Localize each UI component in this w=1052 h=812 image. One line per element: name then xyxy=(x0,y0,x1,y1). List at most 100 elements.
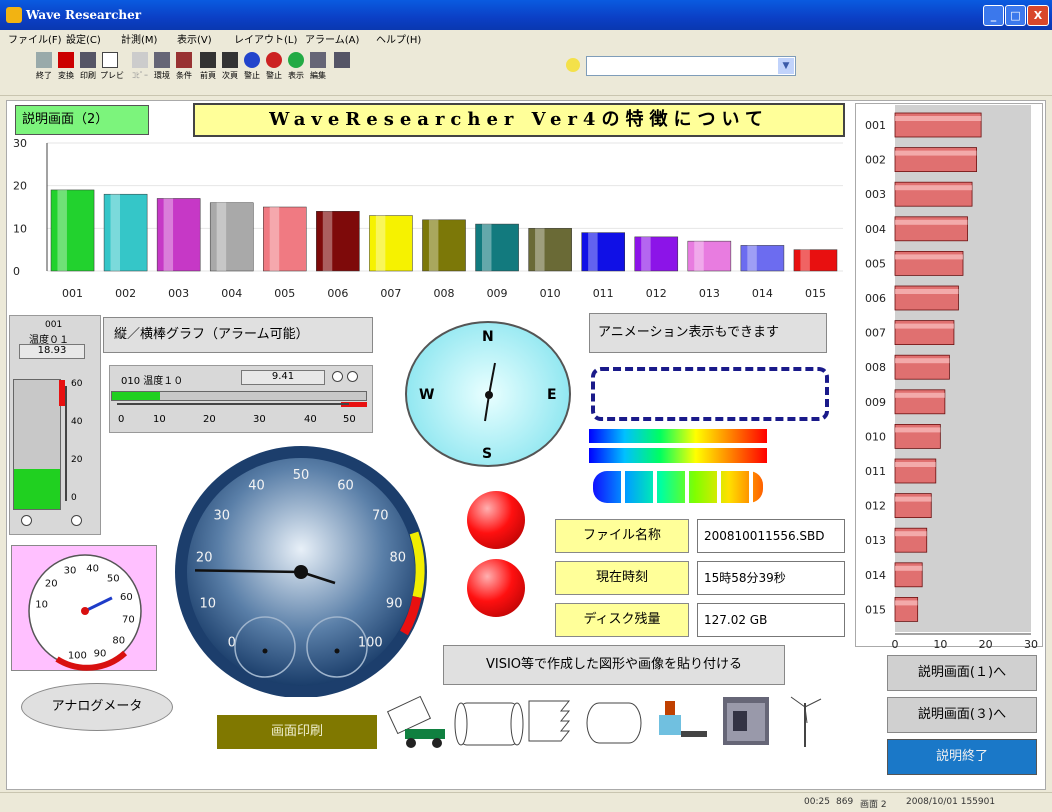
menu-view[interactable]: 表示(V) xyxy=(177,31,212,46)
toolbar-next-page-button[interactable]: 次頁 xyxy=(220,50,240,90)
bar xyxy=(475,223,519,272)
prev-screen-button[interactable]: 説明画面(１)へ xyxy=(887,655,1037,691)
toolbar-alarm-stop-2-button[interactable]: 警止 xyxy=(264,50,284,90)
bar-highlight xyxy=(895,392,945,398)
x-tick-label: 003 xyxy=(168,287,189,300)
y-tick-label: 006 xyxy=(865,292,886,305)
toolbar-exit-button[interactable]: 終了 xyxy=(34,50,54,90)
alarm-lamp-2 xyxy=(467,559,525,617)
status-screen: 画面 2 xyxy=(860,800,887,810)
hgauge-tick: 30 xyxy=(253,414,266,425)
next-screen-button[interactable]: 説明画面(３)へ xyxy=(887,697,1037,733)
vgauge-high-indicator xyxy=(21,515,32,526)
info-label-time: 現在時刻 xyxy=(555,561,689,595)
close-button[interactable]: X xyxy=(1027,5,1049,26)
minimize-button[interactable]: _ xyxy=(983,5,1004,26)
compass-north: N xyxy=(482,329,494,345)
x-tick-label: 009 xyxy=(487,287,508,300)
bar-highlight xyxy=(895,565,923,571)
toolbar-environment-button[interactable]: 環境 xyxy=(152,50,172,90)
next-page-icon xyxy=(222,52,238,68)
compass-west: W xyxy=(419,387,435,403)
menu-help[interactable]: ヘルプ(H) xyxy=(376,31,421,46)
compass-east: E xyxy=(547,387,557,403)
chevron-down-icon[interactable]: ▼ xyxy=(778,58,794,74)
horizontal-bar-chart: 0010020030040050060070080090100110120130… xyxy=(865,105,1038,650)
toolbar-alarm-stop-button[interactable]: 警止 xyxy=(242,50,262,90)
window-title: Wave Researcher xyxy=(26,8,142,22)
copy-icon xyxy=(132,52,148,68)
hgauge-tick: 0 xyxy=(118,414,125,425)
bar-highlight xyxy=(747,245,757,271)
toolbar-prev-page-button[interactable]: 前頁 xyxy=(198,50,218,90)
bar-highlight xyxy=(322,211,333,271)
bar-highlight xyxy=(216,202,227,271)
bar-highlight xyxy=(588,232,598,271)
meter-tick-label: 100 xyxy=(68,650,87,661)
pipe-icon xyxy=(586,702,642,744)
analog-meter: 10 20 30 40 5060 70 80 90 100 xyxy=(28,554,142,671)
exit-icon xyxy=(36,52,52,68)
hgauge-value: 9.41 xyxy=(241,370,325,385)
bar-highlight xyxy=(163,198,174,271)
toolbar-edit-button[interactable]: 編集 xyxy=(308,50,328,90)
bar-highlight xyxy=(895,462,936,467)
toolbar-display-button[interactable]: 表示 xyxy=(286,50,306,90)
meter-tick-label: 80 xyxy=(112,635,125,646)
alarm-lamp-1 xyxy=(467,491,525,549)
menu-layout[interactable]: レイアウト(L) xyxy=(234,31,297,46)
menu-measure[interactable]: 計測(M) xyxy=(121,31,157,46)
menu-file[interactable]: ファイル(F) xyxy=(8,31,62,46)
y-tick-label: 30 xyxy=(13,137,27,150)
hgauge-tick: 20 xyxy=(203,414,216,425)
hgauge-fill xyxy=(112,392,161,400)
y-tick-label: 0 xyxy=(13,265,20,278)
vgauge-id: 001 xyxy=(45,320,63,330)
visio-caption: VISIO等で作成した図形や画像を貼り付ける xyxy=(443,645,785,685)
y-tick-label: 010 xyxy=(865,430,886,443)
speed-tick-label: 80 xyxy=(390,551,407,566)
end-explanation-button[interactable]: 説明終了 xyxy=(887,739,1037,775)
toolbar: 終了 変換 印刷 プレビ ｺﾋﾟｰ 環境 条件 前頁 次頁 警止 警止 表示 編… xyxy=(0,46,1052,96)
dump-truck-icon xyxy=(387,695,445,748)
toolbar-condition-button[interactable]: 条件 xyxy=(174,50,194,90)
toolbar-print-button[interactable]: 印刷 xyxy=(78,50,98,90)
edit-icon xyxy=(310,52,326,68)
toolbar-copy-button[interactable]: ｺﾋﾟｰ xyxy=(130,50,150,90)
bar-highlight xyxy=(269,207,280,271)
menu-alarm[interactable]: アラーム(A) xyxy=(305,31,359,46)
bar-highlight xyxy=(535,228,545,271)
x-tick-label: 0 xyxy=(892,638,899,650)
y-tick-label: 003 xyxy=(865,188,886,201)
prev-page-icon xyxy=(200,52,216,68)
animation-caption: アニメーション表示もできます xyxy=(589,313,827,353)
x-tick-label: 001 xyxy=(62,287,83,300)
bar-highlight xyxy=(895,185,973,191)
toolbar-layout-button[interactable] xyxy=(332,50,352,90)
bar-highlight xyxy=(895,600,918,606)
main-canvas: 説明画面（2） WaveResearcher Ver4の特徴について 0 10 20… xyxy=(6,100,1046,790)
bar-highlight xyxy=(895,150,977,156)
wind-turbine-icon xyxy=(790,696,822,747)
bar-highlight xyxy=(895,496,932,502)
speed-tick-label: 10 xyxy=(200,596,217,611)
maximize-button[interactable]: □ xyxy=(1005,5,1026,26)
toolbar-convert-button[interactable]: 変換 xyxy=(56,50,76,90)
y-tick-label: 014 xyxy=(865,569,886,582)
vgauge-value: 18.93 xyxy=(19,344,85,359)
title-bar: Wave Researcher _ □ X xyxy=(0,0,1052,30)
vgauge-tick: 40 xyxy=(71,417,83,427)
speed-tick-label: 50 xyxy=(293,468,310,483)
toolbar-preview-button[interactable]: プレビ xyxy=(100,50,124,90)
menu-settings[interactable]: 設定(C) xyxy=(66,31,101,46)
hgauge-low-indicator xyxy=(347,371,358,382)
screen-select[interactable]: ▼ xyxy=(586,56,796,76)
bar-highlight xyxy=(895,427,941,433)
print-screen-button[interactable]: 画面印刷 xyxy=(217,715,377,749)
y-tick-label: 007 xyxy=(865,327,886,340)
y-tick-label: 005 xyxy=(865,257,886,270)
meter-tick-label: 20 xyxy=(45,579,58,590)
speed-tick-label: 90 xyxy=(386,596,403,611)
speedometer: 0102030405060708090100 xyxy=(175,446,427,697)
drum-icon xyxy=(454,702,524,746)
